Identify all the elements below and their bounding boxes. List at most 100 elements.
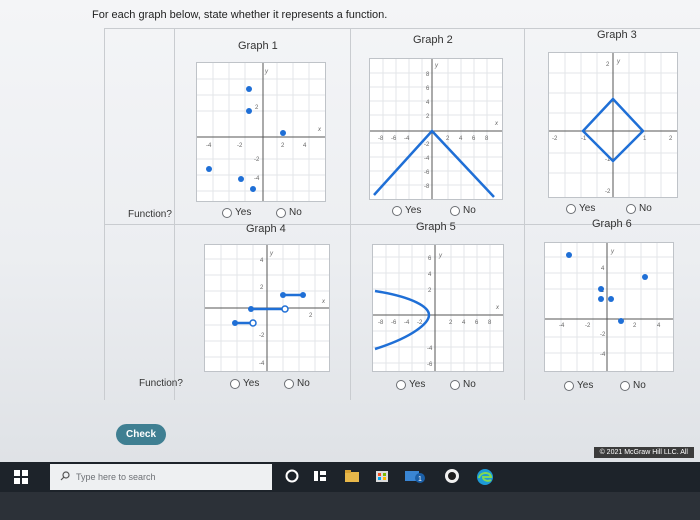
radio-icon[interactable]: [450, 379, 460, 390]
x-axis-label: x: [317, 127, 322, 133]
tick-label: -4: [600, 352, 606, 358]
plot-open-point: [281, 305, 289, 313]
tick-label: -2: [600, 332, 606, 338]
tick-label: -2: [585, 323, 591, 329]
graph-1-plot: -4 -2 2 4 2 -2 -4 y x: [196, 62, 326, 202]
y-axis-label: y: [438, 253, 443, 259]
plot-point: [300, 292, 306, 298]
tick-label: 1: [643, 136, 647, 142]
radio-icon[interactable]: [626, 203, 636, 214]
graph-5-yes-radio[interactable]: Yes: [396, 379, 425, 390]
graph-3-title: Graph 3: [597, 29, 637, 41]
table-divider: [350, 28, 351, 400]
option-label: No: [639, 203, 652, 214]
tick-label: 6: [472, 136, 476, 142]
radio-icon[interactable]: [230, 378, 240, 389]
app-icon[interactable]: [444, 468, 460, 489]
table-divider: [104, 28, 105, 400]
tick-label: 2: [309, 313, 313, 319]
plot-point: [248, 306, 254, 312]
tick-label: 2: [633, 323, 637, 329]
plot-point: [238, 176, 244, 182]
store-icon[interactable]: [374, 468, 390, 489]
x-axis-label: x: [495, 305, 500, 311]
tick-label: 2: [449, 320, 453, 326]
y-axis-label: y: [264, 69, 269, 75]
mail-icon[interactable]: 1: [404, 468, 426, 489]
cortana-icon[interactable]: [284, 468, 300, 489]
x-axis-label: x: [321, 299, 326, 305]
radio-icon[interactable]: [276, 207, 286, 218]
tick-label: 2: [281, 143, 285, 149]
graph-6-yes-radio[interactable]: Yes: [564, 380, 593, 391]
table-divider: [174, 28, 175, 400]
y-axis-label: y: [269, 251, 274, 257]
graph-2-yes-radio[interactable]: Yes: [392, 205, 421, 216]
graph-4-yes-radio[interactable]: Yes: [230, 378, 259, 389]
search-icon: [60, 471, 70, 483]
graph-3-no-radio[interactable]: No: [626, 203, 652, 214]
radio-icon[interactable]: [284, 378, 294, 389]
tick-label: 2: [669, 136, 673, 142]
graph-3-yes-radio[interactable]: Yes: [566, 203, 595, 214]
tick-label: -4: [206, 143, 212, 149]
plot-point: [608, 296, 614, 302]
x-axis-label: x: [494, 121, 499, 127]
file-explorer-icon[interactable]: [344, 468, 360, 489]
y-axis-label: y: [616, 59, 621, 65]
graph-4-plot: 4 2 2 -2 -4 y x: [204, 244, 330, 372]
plot-point: [280, 130, 286, 136]
tick-label: 2: [606, 62, 610, 68]
option-label: Yes: [235, 207, 252, 218]
function-label-row-1: Function?: [128, 209, 172, 220]
graph-5-no-radio[interactable]: No: [450, 379, 476, 390]
tick-label: 8: [488, 320, 492, 326]
table-divider: [524, 28, 525, 400]
screen-bezel: [0, 492, 700, 520]
tick-label: -2: [237, 143, 243, 149]
option-label: Yes: [409, 379, 426, 390]
graph-1-yes-radio[interactable]: Yes: [222, 207, 251, 218]
radio-icon[interactable]: [392, 205, 402, 216]
radio-icon[interactable]: [396, 379, 406, 390]
windows-start-icon[interactable]: [14, 470, 28, 489]
tick-label: -4: [254, 176, 260, 182]
graph-3-plot: -2 -1 1 2 2 -1 -2 y: [548, 52, 678, 198]
tick-label: 4: [657, 323, 661, 329]
tick-label: 4: [601, 266, 605, 272]
tick-label: -6: [391, 320, 397, 326]
plot-point: [598, 286, 604, 292]
graph-2-no-radio[interactable]: No: [450, 205, 476, 216]
graph-5-plot: -8 -6 -4 -2 2 4 6 8 6 4 2 -4 -6 y x: [372, 244, 504, 372]
graph-6-no-radio[interactable]: No: [620, 380, 646, 391]
radio-icon[interactable]: [620, 380, 630, 391]
task-view-icon[interactable]: [312, 468, 328, 489]
tick-label: -4: [559, 323, 565, 329]
svg-text:1: 1: [418, 476, 422, 483]
tick-label: -2: [424, 142, 430, 148]
check-button[interactable]: Check: [116, 424, 166, 445]
radio-icon[interactable]: [450, 205, 460, 216]
radio-icon[interactable]: [566, 203, 576, 214]
tick-label: -6: [391, 136, 397, 142]
tick-label: -6: [424, 170, 430, 176]
option-label: No: [463, 379, 476, 390]
plot-point: [280, 292, 286, 298]
tick-label: -8: [378, 320, 384, 326]
tick-label: -6: [427, 362, 433, 368]
radio-icon[interactable]: [222, 207, 232, 218]
plot-point: [232, 320, 238, 326]
y-axis-label: y: [434, 63, 439, 69]
tick-label: -4: [427, 346, 433, 352]
radio-icon[interactable]: [564, 380, 574, 391]
plot-point: [250, 186, 256, 192]
graph-1-no-radio[interactable]: No: [276, 207, 302, 218]
edge-browser-icon[interactable]: [476, 468, 494, 491]
option-label: Yes: [579, 203, 596, 214]
function-label-row-2: Function?: [139, 378, 183, 389]
tick-label: -1: [581, 136, 587, 142]
graph-4-no-radio[interactable]: No: [284, 378, 310, 389]
y-axis-label: y: [610, 249, 615, 255]
taskbar-search-box[interactable]: Type here to search: [50, 464, 272, 490]
plot-point: [642, 274, 648, 280]
